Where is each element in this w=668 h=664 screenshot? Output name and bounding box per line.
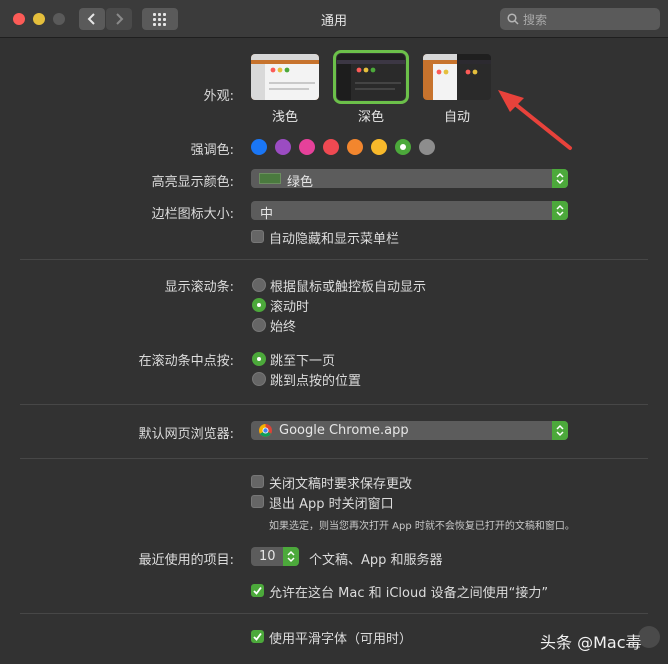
light-appearance-preview — [251, 54, 319, 100]
recent-items-popup[interactable]: 10 — [251, 547, 299, 566]
recent-items-suffix: 个文稿、App 和服务器 — [309, 553, 443, 568]
accent-swatch-4[interactable] — [347, 139, 363, 155]
accent-color-label: 强调色: — [190, 143, 234, 158]
sidebar-icon-size-value: 中 — [260, 207, 274, 222]
default-browser-popup[interactable]: Google Chrome.app — [251, 421, 568, 440]
handoff-checkbox[interactable] — [251, 584, 264, 597]
ask-save-changes-checkbox[interactable] — [251, 475, 264, 488]
jump-to-spot-label: 跳到点按的位置 — [270, 374, 362, 389]
close-windows-note: 如果选定，则当您再次打开 App 时就不会恢复已打开的文稿和窗口。 — [269, 521, 575, 532]
highlight-swatch — [259, 173, 281, 184]
scrollbars-always-radio[interactable] — [252, 318, 266, 332]
highlight-color-label: 高亮显示颜色: — [151, 175, 234, 190]
appearance-auto-thumbnail[interactable] — [423, 54, 491, 100]
recent-items-value: 10 — [259, 549, 276, 564]
ask-save-changes-label: 关闭文稿时要求保存更改 — [269, 477, 413, 492]
scrollbars-when-scrolling-label: 滚动时 — [270, 300, 310, 315]
search-icon — [507, 13, 519, 25]
scrollbars-when-scrolling-radio[interactable] — [252, 298, 266, 312]
accent-swatch-2[interactable] — [299, 139, 315, 155]
search-field[interactable]: 搜索 — [500, 8, 660, 30]
accent-swatch-5[interactable] — [371, 139, 387, 155]
jump-next-page-label: 跳至下一页 — [270, 354, 336, 369]
recent-items-label: 最近使用的项目: — [138, 553, 234, 568]
font-smoothing-checkbox[interactable] — [251, 630, 264, 643]
checkmark-icon — [253, 632, 262, 641]
default-browser-label: 默认网页浏览器: — [138, 427, 234, 442]
auto-hide-menubar-checkbox[interactable] — [251, 230, 264, 243]
checkmark-icon — [253, 586, 262, 595]
highlight-color-popup[interactable]: 绿色 — [251, 169, 568, 190]
appearance-dark-thumbnail[interactable] — [333, 50, 409, 104]
appearance-light-label: 浅色 — [271, 110, 298, 125]
auto-hide-menubar-label: 自动隐藏和显示菜单栏 — [269, 232, 400, 247]
divider — [20, 458, 648, 459]
sidebar-icon-size-label: 边栏图标大小: — [151, 207, 234, 222]
scrollbars-always-label: 始终 — [270, 320, 297, 335]
general-preferences-window: 通用 搜索 外观: 浅色 深色 自动 强调色: 高亮显示颜色: 绿色 边栏图标大… — [0, 0, 668, 664]
font-smoothing-label: 使用平滑字体（可用时） — [269, 632, 413, 647]
close-windows-quit-label: 退出 App 时关闭窗口 — [269, 497, 394, 512]
default-browser-value: Google Chrome.app — [279, 423, 409, 438]
accent-swatch-1[interactable] — [275, 139, 291, 155]
divider — [20, 613, 648, 614]
accent-swatch-0[interactable] — [251, 139, 267, 155]
appearance-auto-label: 自动 — [443, 110, 470, 125]
search-placeholder: 搜索 — [523, 13, 548, 27]
appearance-light-thumbnail[interactable] — [251, 54, 319, 100]
accent-swatch-6[interactable] — [395, 139, 411, 155]
title-bar: 通用 搜索 — [0, 0, 668, 38]
updown-arrows-icon — [552, 421, 568, 440]
updown-arrows-icon — [552, 169, 568, 188]
handoff-label: 允许在这台 Mac 和 iCloud 设备之间使用“接力” — [269, 586, 549, 601]
appearance-dark-label: 深色 — [357, 110, 384, 125]
appearance-label: 外观: — [203, 89, 234, 104]
accent-swatch-7[interactable] — [419, 139, 435, 155]
updown-arrows-icon — [552, 201, 568, 220]
jump-to-spot-radio[interactable] — [252, 372, 266, 386]
highlight-color-value: 绿色 — [287, 175, 314, 190]
chrome-icon — [259, 424, 272, 437]
scrollbars-auto-label: 根据鼠标或触控板自动显示 — [270, 280, 427, 295]
show-scrollbars-label: 显示滚动条: — [164, 280, 234, 295]
updown-arrows-icon — [283, 547, 299, 566]
divider — [20, 404, 648, 405]
selected-dot-icon — [400, 144, 406, 150]
auto-appearance-preview — [423, 54, 491, 100]
divider — [20, 259, 648, 260]
scrollbars-auto-radio[interactable] — [252, 278, 266, 292]
watermark-text: 头条 @Mac毒 — [540, 633, 642, 652]
jump-next-page-radio[interactable] — [252, 352, 266, 366]
accent-swatch-3[interactable] — [323, 139, 339, 155]
click-scrollbar-label: 在滚动条中点按: — [138, 354, 234, 369]
close-windows-quit-checkbox[interactable] — [251, 495, 264, 508]
sidebar-icon-size-popup[interactable]: 中 — [251, 201, 568, 222]
dark-appearance-preview — [337, 54, 405, 100]
annotation-arrow-icon — [498, 90, 572, 150]
